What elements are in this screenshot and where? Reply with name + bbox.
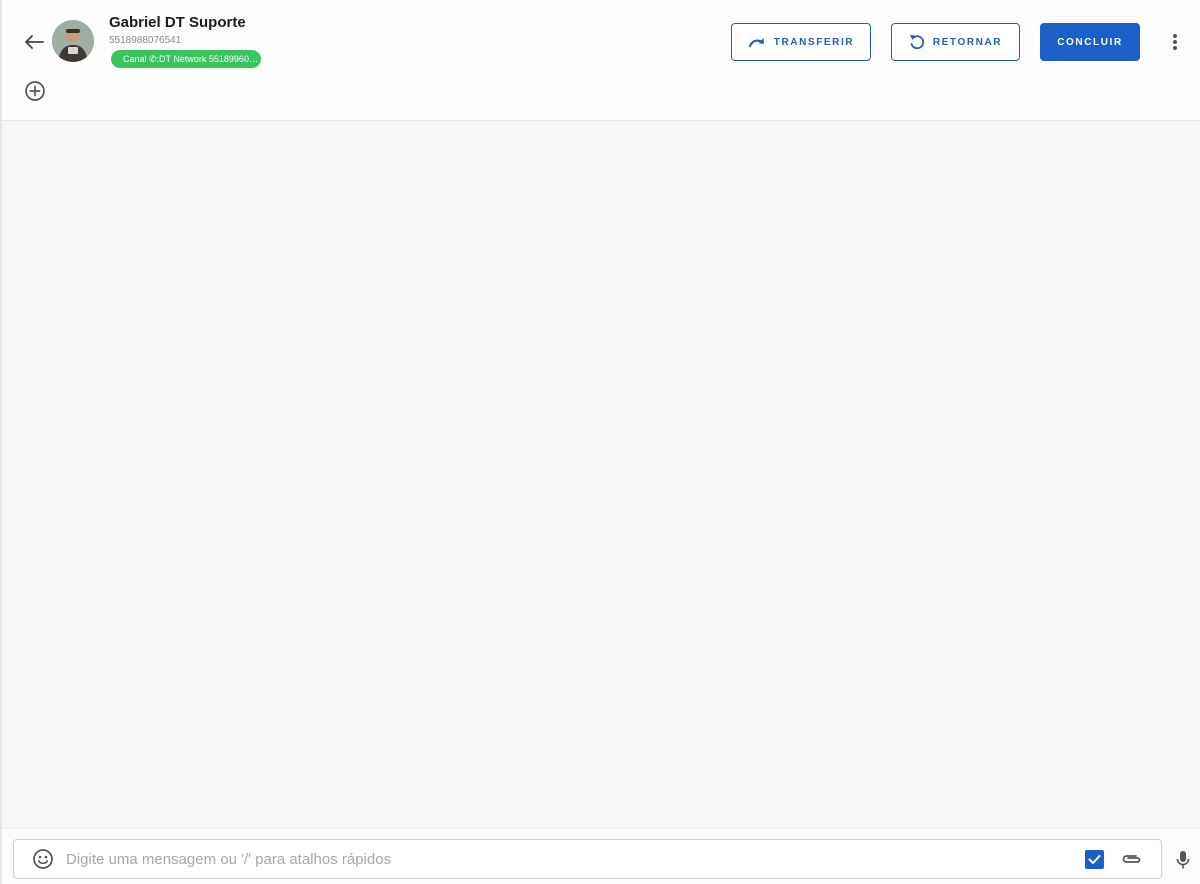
avatar-photo-icon — [52, 20, 94, 62]
channel-badge: Canal ✆:DT Network 5518996027700 — [111, 50, 261, 68]
emoji-button[interactable] — [32, 848, 54, 870]
finish-label: CONCLUIR — [1057, 36, 1123, 48]
arrow-left-icon — [25, 35, 44, 49]
message-input-box — [13, 839, 1162, 879]
message-input[interactable] — [66, 846, 1066, 872]
messages-area[interactable] — [2, 121, 1200, 828]
attach-button[interactable] — [1120, 848, 1144, 870]
redo-arrow-icon — [748, 38, 764, 48]
avatar[interactable] — [52, 20, 94, 62]
return-button[interactable]: RETORNAR — [891, 23, 1020, 61]
chat-window: Gabriel DT Suporte 5518988076541 Canal ✆… — [0, 0, 1200, 884]
check-icon — [1088, 855, 1101, 864]
microphone-button[interactable] — [1172, 848, 1194, 872]
plus-circle-icon — [25, 81, 45, 101]
more-options-button[interactable] — [1164, 30, 1186, 54]
rotate-left-icon — [909, 35, 924, 50]
finish-button[interactable]: CONCLUIR — [1040, 23, 1140, 61]
message-composer — [2, 828, 1200, 884]
contact-name: Gabriel DT Suporte — [109, 14, 246, 31]
more-vertical-icon — [1173, 34, 1177, 50]
contact-phone: 5518988076541 — [109, 35, 182, 46]
add-tag-button[interactable] — [24, 80, 46, 102]
signature-checkbox[interactable] — [1085, 850, 1104, 869]
transfer-button[interactable]: TRANSFERIR — [731, 23, 871, 61]
transfer-label: TRANSFERIR — [773, 36, 855, 48]
back-button[interactable] — [20, 30, 48, 54]
chat-header: Gabriel DT Suporte 5518988076541 Canal ✆… — [2, 0, 1200, 121]
paperclip-icon — [1122, 855, 1141, 863]
return-label: RETORNAR — [932, 36, 1003, 48]
smiley-icon — [33, 849, 53, 869]
microphone-icon — [1176, 851, 1190, 869]
